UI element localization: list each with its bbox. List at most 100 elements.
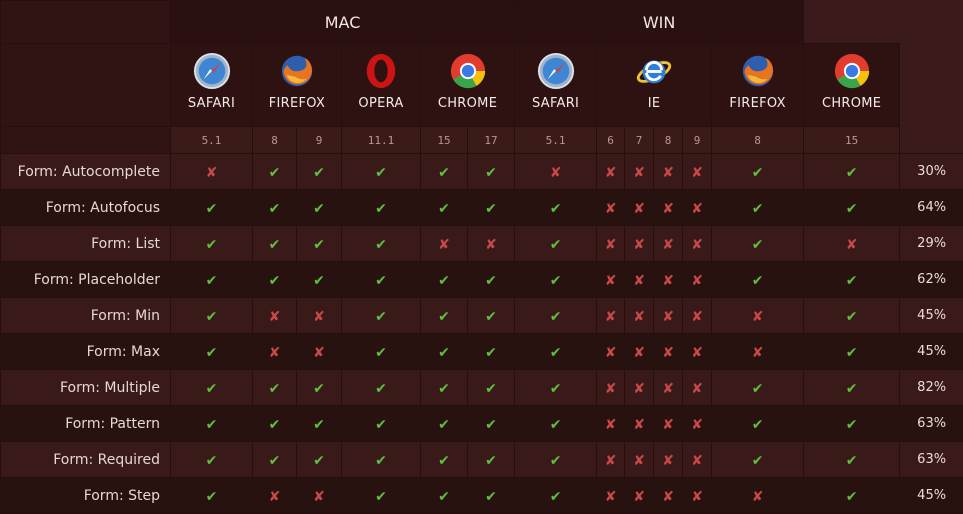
support-cell: ✘	[597, 226, 625, 262]
check-icon: ✔	[846, 274, 858, 288]
check-icon: ✔	[375, 274, 387, 288]
check-icon: ✔	[485, 490, 497, 504]
cross-icon: ✘	[691, 382, 703, 396]
version-cell: 11.1	[342, 127, 421, 154]
version-cell: 5.1	[171, 127, 253, 154]
support-cell: ✔	[421, 406, 468, 442]
support-cell: ✘	[625, 478, 654, 514]
support-cell: ✘	[625, 442, 654, 478]
cross-icon: ✘	[662, 274, 674, 288]
support-cell: ✘	[654, 370, 683, 406]
support-percentage: 62%	[900, 262, 963, 298]
table-row: Form: Multiple✔✔✔✔✔✔✔✘✘✘✘✔✔82%	[1, 370, 963, 406]
header-corner	[1, 1, 171, 44]
table-row: Form: Autofocus✔✔✔✔✔✔✔✘✘✘✘✔✔64%	[1, 190, 963, 226]
support-cell: ✔	[297, 370, 342, 406]
support-cell: ✘	[625, 226, 654, 262]
support-percentage: 82%	[900, 370, 963, 406]
check-icon: ✔	[846, 382, 858, 396]
support-cell: ✔	[515, 298, 597, 334]
cross-icon: ✘	[691, 202, 703, 216]
support-cell: ✔	[468, 442, 515, 478]
support-cell: ✘	[597, 190, 625, 226]
support-cell: ✘	[683, 298, 712, 334]
support-cell: ✘	[597, 334, 625, 370]
cross-icon: ✘	[605, 382, 617, 396]
feature-rows: Form: Autocomplete✘✔✔✔✔✔✘✘✘✘✘✔✔30%Form: …	[1, 154, 963, 514]
cross-icon: ✘	[605, 202, 617, 216]
cross-icon: ✘	[550, 166, 562, 180]
check-icon: ✔	[206, 418, 218, 432]
check-icon: ✔	[550, 490, 562, 504]
check-icon: ✔	[313, 166, 325, 180]
support-cell: ✔	[468, 334, 515, 370]
browser-win-chrome: CHROME	[804, 44, 900, 127]
cross-icon: ✘	[633, 202, 645, 216]
cross-icon: ✘	[605, 274, 617, 288]
cross-icon: ✘	[662, 490, 674, 504]
support-cell: ✔	[468, 478, 515, 514]
support-cell: ✔	[468, 154, 515, 190]
safari-icon	[537, 52, 575, 90]
support-cell: ✔	[804, 190, 900, 226]
support-cell: ✘	[171, 154, 253, 190]
support-cell: ✔	[253, 370, 297, 406]
check-icon: ✔	[438, 418, 450, 432]
check-icon: ✔	[206, 490, 218, 504]
support-cell: ✘	[712, 298, 804, 334]
version-cell: 5.1	[515, 127, 597, 154]
support-cell: ✔	[342, 478, 421, 514]
support-cell: ✘	[597, 154, 625, 190]
check-icon: ✔	[206, 238, 218, 252]
table-row: Form: List✔✔✔✔✘✘✔✘✘✘✘✔✘29%	[1, 226, 963, 262]
check-icon: ✔	[313, 238, 325, 252]
table-row: Form: Max✔✘✘✔✔✔✔✘✘✘✘✘✔45%	[1, 334, 963, 370]
support-cell: ✘	[625, 154, 654, 190]
check-icon: ✔	[313, 454, 325, 468]
cross-icon: ✘	[605, 238, 617, 252]
support-cell: ✘	[253, 334, 297, 370]
support-cell: ✔	[804, 154, 900, 190]
support-cell: ✔	[804, 334, 900, 370]
check-icon: ✔	[269, 238, 281, 252]
check-icon: ✔	[206, 202, 218, 216]
check-icon: ✔	[375, 418, 387, 432]
cross-icon: ✘	[662, 454, 674, 468]
cross-icon: ✘	[605, 166, 617, 180]
cross-icon: ✘	[605, 490, 617, 504]
support-cell: ✘	[712, 334, 804, 370]
support-cell: ✔	[515, 262, 597, 298]
cross-icon: ✘	[633, 346, 645, 360]
version-cell: 8	[654, 127, 683, 154]
browser-label: SAFARI	[515, 96, 596, 111]
version-corner	[1, 127, 171, 154]
support-cell: ✔	[297, 190, 342, 226]
check-icon: ✔	[752, 238, 764, 252]
check-icon: ✔	[550, 274, 562, 288]
table-row: Form: Autocomplete✘✔✔✔✔✔✘✘✘✘✘✔✔30%	[1, 154, 963, 190]
support-cell: ✔	[171, 370, 253, 406]
check-icon: ✔	[485, 166, 497, 180]
support-cell: ✔	[342, 298, 421, 334]
check-icon: ✔	[550, 310, 562, 324]
check-icon: ✔	[846, 418, 858, 432]
support-cell: ✔	[804, 406, 900, 442]
support-cell: ✔	[171, 190, 253, 226]
support-cell: ✘	[654, 190, 683, 226]
check-icon: ✔	[438, 382, 450, 396]
support-cell: ✔	[342, 154, 421, 190]
check-icon: ✔	[206, 382, 218, 396]
support-cell: ✘	[683, 406, 712, 442]
check-icon: ✔	[269, 454, 281, 468]
support-cell: ✔	[171, 262, 253, 298]
support-cell: ✔	[342, 226, 421, 262]
support-cell: ✘	[625, 298, 654, 334]
version-cell: 15	[804, 127, 900, 154]
support-cell: ✔	[804, 442, 900, 478]
support-cell: ✘	[683, 190, 712, 226]
support-cell: ✔	[421, 190, 468, 226]
support-cell: ✔	[804, 478, 900, 514]
cross-icon: ✘	[662, 166, 674, 180]
feature-label: Form: Pattern	[1, 406, 171, 442]
support-cell: ✔	[515, 334, 597, 370]
